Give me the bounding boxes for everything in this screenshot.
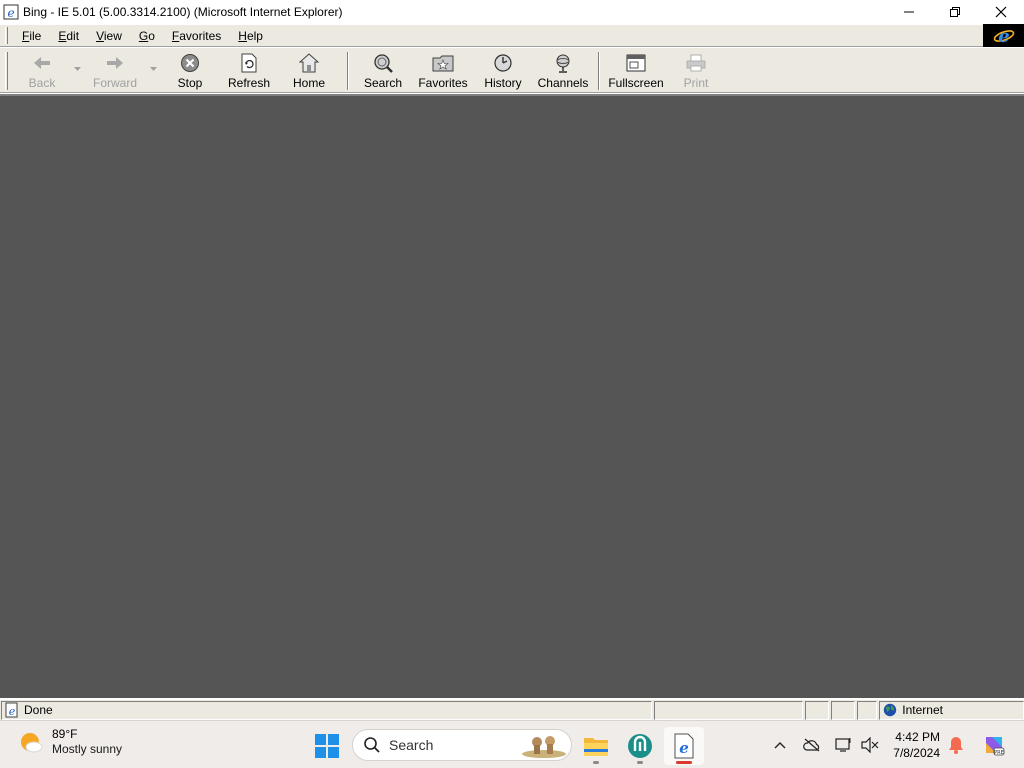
status-text: Done bbox=[24, 703, 53, 717]
clock-date: 7/8/2024 bbox=[893, 746, 940, 760]
cloud-offline-icon bbox=[803, 738, 820, 752]
back-dropdown[interactable] bbox=[70, 48, 84, 92]
menu-help[interactable]: Help bbox=[232, 26, 269, 46]
progress-pane bbox=[653, 700, 804, 720]
ie-document-icon: e bbox=[674, 733, 694, 759]
system-clock[interactable]: 4:42 PM 7/8/2024 bbox=[884, 729, 940, 761]
search-button[interactable]: Search bbox=[356, 48, 410, 92]
svg-text:e: e bbox=[679, 739, 689, 757]
stop-icon bbox=[181, 54, 199, 72]
status-pane-offline bbox=[805, 700, 830, 720]
taskbar-search-box[interactable]: Search bbox=[352, 729, 572, 761]
favorites-button[interactable]: Favorites bbox=[410, 48, 476, 92]
status-bar: e Done Internet bbox=[0, 699, 1024, 720]
menu-go[interactable]: Go bbox=[133, 26, 161, 46]
channels-satellite-icon bbox=[556, 54, 570, 73]
close-button[interactable] bbox=[978, 0, 1024, 24]
dropdown-arrow-icon bbox=[73, 67, 81, 71]
toolbar-separator bbox=[347, 52, 349, 90]
chevron-up-icon bbox=[774, 742, 786, 749]
ie-logo-throbber: e bbox=[983, 24, 1024, 47]
taskbar-file-explorer[interactable] bbox=[576, 727, 616, 765]
copilot-button[interactable]: PRE bbox=[982, 733, 1006, 757]
favorites-folder-icon bbox=[432, 55, 454, 72]
back-arrow-icon bbox=[34, 57, 50, 69]
browser-content-area[interactable] bbox=[0, 94, 1024, 698]
volume-muted-icon bbox=[861, 737, 879, 753]
stop-button[interactable]: Stop bbox=[160, 48, 220, 92]
restore-button[interactable] bbox=[932, 0, 978, 24]
menu-view[interactable]: View bbox=[90, 26, 128, 46]
app-circle-icon bbox=[628, 734, 652, 758]
menu-file[interactable]: File bbox=[16, 26, 47, 46]
tray-network[interactable] bbox=[834, 735, 854, 755]
home-icon bbox=[299, 53, 319, 73]
svg-text:e: e bbox=[9, 705, 16, 718]
taskbar-internet-explorer[interactable]: e bbox=[664, 727, 704, 765]
taskbar: 89°F Mostly sunny Search e 4:42 PM 7/8/2… bbox=[0, 720, 1024, 768]
clock-time: 4:42 PM bbox=[895, 730, 940, 744]
close-icon bbox=[995, 6, 1007, 18]
sun-cloud-weather-icon bbox=[21, 733, 43, 753]
notification-bell-icon bbox=[949, 737, 963, 754]
svg-text:PRE: PRE bbox=[994, 750, 1004, 756]
weather-temperature: 89°F bbox=[52, 727, 78, 741]
print-button[interactable]: Print bbox=[668, 48, 724, 92]
menu-bar: File Edit View Go Favorites Help e bbox=[0, 24, 1024, 47]
page-status-icon: e bbox=[5, 702, 18, 718]
ie-app-icon: e bbox=[3, 4, 19, 20]
start-button[interactable] bbox=[314, 733, 340, 759]
fullscreen-icon bbox=[626, 54, 646, 72]
minimize-button[interactable] bbox=[886, 0, 932, 24]
history-clock-icon bbox=[494, 54, 512, 72]
security-zone-label: Internet bbox=[902, 703, 943, 717]
network-monitor-icon bbox=[835, 738, 851, 752]
windows-logo-icon bbox=[315, 734, 339, 758]
search-placeholder: Search bbox=[389, 737, 434, 753]
zone-pane: Internet bbox=[879, 700, 1024, 720]
toolbar-separator bbox=[598, 52, 600, 90]
title-bar: e Bing - IE 5.01 (5.00.3314.2100) (Micro… bbox=[0, 0, 1024, 24]
history-button[interactable]: History bbox=[476, 48, 530, 92]
home-button[interactable]: Home bbox=[278, 48, 340, 92]
forward-button[interactable]: Forward bbox=[84, 48, 146, 92]
folder-icon bbox=[584, 738, 608, 756]
refresh-icon bbox=[241, 53, 257, 73]
show-hidden-icons-button[interactable] bbox=[770, 735, 790, 755]
minimize-icon bbox=[904, 11, 914, 13]
ie-logo-icon: e bbox=[993, 26, 1014, 46]
toolbar-grip[interactable] bbox=[5, 52, 8, 90]
status-text-pane: e Done bbox=[1, 700, 652, 720]
window-title: Bing - IE 5.01 (5.00.3314.2100) (Microso… bbox=[23, 5, 343, 19]
svg-text:e: e bbox=[7, 6, 14, 20]
dropdown-arrow-icon bbox=[149, 67, 157, 71]
tray-volume[interactable] bbox=[860, 735, 880, 755]
channels-button[interactable]: Channels bbox=[530, 48, 596, 92]
search-globe-icon bbox=[374, 54, 393, 73]
search-highlight-illustration-icon bbox=[522, 736, 566, 758]
taskbar-app-ibm[interactable] bbox=[620, 727, 660, 765]
forward-dropdown[interactable] bbox=[146, 48, 160, 92]
standard-toolbar: Back Forward Stop Refresh Home Search Fa… bbox=[0, 47, 1024, 93]
svg-text:e: e bbox=[998, 26, 1009, 46]
status-pane-privacy bbox=[857, 700, 878, 720]
weather-widget[interactable]: 89°F Mostly sunny bbox=[18, 727, 122, 757]
restore-icon bbox=[950, 7, 960, 17]
status-pane-security bbox=[831, 700, 856, 720]
menubar-grip[interactable] bbox=[5, 27, 8, 44]
notifications-button[interactable] bbox=[946, 735, 966, 755]
printer-icon bbox=[686, 54, 706, 72]
search-icon bbox=[364, 737, 380, 753]
internet-globe-icon bbox=[884, 703, 897, 717]
menu-edit[interactable]: Edit bbox=[52, 26, 85, 46]
menu-favorites[interactable]: Favorites bbox=[166, 26, 227, 46]
back-button[interactable]: Back bbox=[14, 48, 70, 92]
refresh-button[interactable]: Refresh bbox=[220, 48, 278, 92]
weather-condition: Mostly sunny bbox=[52, 742, 123, 756]
fullscreen-button[interactable]: Fullscreen bbox=[604, 48, 668, 92]
forward-arrow-icon bbox=[107, 57, 123, 69]
copilot-icon: PRE bbox=[986, 737, 1005, 756]
tray-cloud-offline[interactable] bbox=[802, 735, 822, 755]
